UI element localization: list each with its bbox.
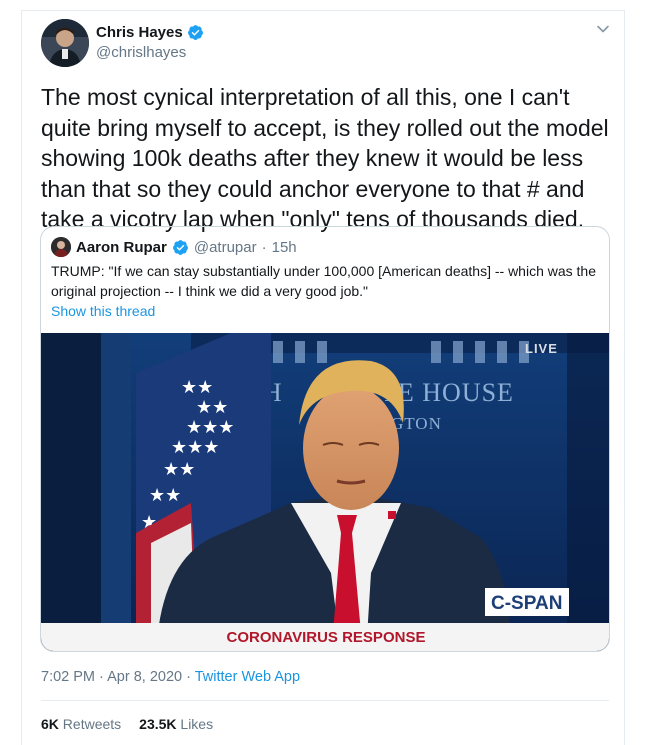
author-handle[interactable]: @chrislhayes	[96, 44, 186, 61]
quoted-header: Aaron Rupar @atrupar · 15h	[51, 237, 297, 257]
tweet-source[interactable]: Twitter Web App	[195, 669, 300, 685]
meta-separator-1: ·	[99, 669, 104, 685]
svg-text:★★: ★★	[181, 377, 213, 397]
live-badge: LIVE	[525, 341, 558, 356]
svg-text:★★: ★★	[163, 459, 195, 479]
quoted-author-avatar[interactable]	[51, 237, 71, 257]
cspan-logo: C-SPAN	[491, 593, 562, 614]
retweets-stat[interactable]: 6K Retweets	[41, 716, 121, 732]
svg-text:★★★: ★★★	[171, 437, 219, 457]
quoted-age[interactable]: 15h	[272, 239, 297, 256]
author-avatar[interactable]	[41, 19, 89, 67]
author-name-text[interactable]: Chris Hayes	[96, 24, 183, 41]
likes-label: Likes	[180, 716, 214, 732]
meta-separator-2: ·	[186, 669, 191, 685]
tweet-meta: 7:02 PM · Apr 8, 2020 · Twitter Web App	[41, 669, 300, 685]
quoted-author-name[interactable]: Aaron Rupar	[76, 239, 167, 256]
show-thread-link[interactable]: Show this thread	[51, 303, 155, 319]
retweets-count: 6K	[41, 716, 59, 732]
svg-text:★★: ★★	[149, 485, 181, 505]
quoted-author-handle[interactable]: @atrupar	[194, 239, 257, 256]
quoted-text: TRUMP: "If we can stay substantially und…	[51, 263, 596, 299]
likes-count: 23.5K	[139, 716, 177, 732]
tweet-stats: 6K Retweets 23.5K Likes	[41, 716, 213, 732]
tweet-time[interactable]: 7:02 PM	[41, 669, 95, 685]
verified-badge-icon	[187, 25, 203, 40]
quoted-tweet[interactable]: Aaron Rupar @atrupar · 15h TRUMP: "If we…	[40, 226, 610, 652]
retweets-label: Retweets	[62, 716, 122, 732]
video-player[interactable]: TH TE HOUSE INGTON ★★ ★★ ★★★ ★★★ ★★ ★★ ★	[41, 333, 609, 651]
svg-text:★★★: ★★★	[186, 417, 234, 437]
tweet-text: The most cynical interpretation of all t…	[41, 84, 616, 232]
divider	[41, 700, 609, 701]
likes-stat[interactable]: 23.5K Likes	[139, 716, 213, 732]
verified-badge-icon	[172, 239, 188, 255]
tweet-date[interactable]: Apr 8, 2020	[107, 669, 182, 685]
author-name[interactable]: Chris Hayes	[96, 24, 204, 41]
chevron-down-icon[interactable]	[596, 22, 610, 36]
coronavirus-banner: CORONAVIRUS RESPONSE	[227, 629, 426, 646]
svg-text:★★: ★★	[196, 397, 228, 417]
quoted-separator: ·	[261, 238, 267, 256]
